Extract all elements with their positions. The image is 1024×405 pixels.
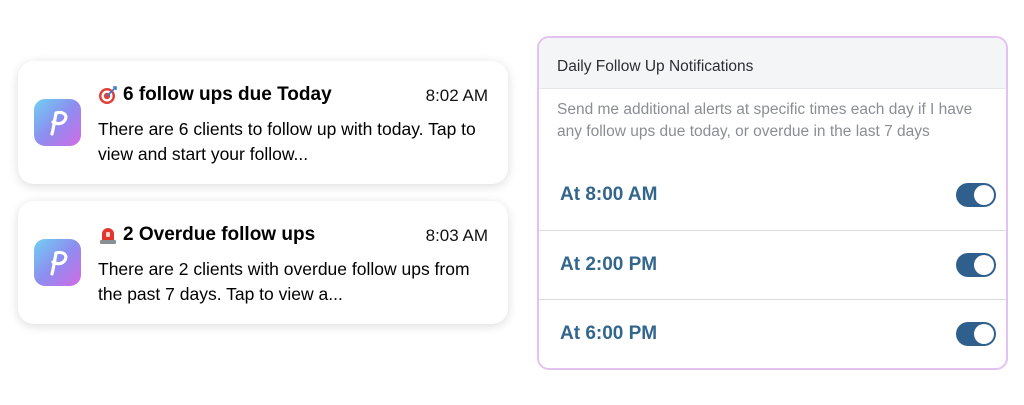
notification-body: There are 2 clients with overdue follow … xyxy=(98,259,470,304)
time-setting-row: At 8:00 AM xyxy=(539,160,1006,229)
toggle-knob xyxy=(974,255,994,275)
notification-title-row: 2 Overdue follow ups xyxy=(98,224,315,246)
notification-body: There are 6 clients to follow up with to… xyxy=(98,119,476,164)
target-emoji-icon xyxy=(99,86,117,104)
panel-title: Daily Follow Up Notifications xyxy=(539,38,1006,89)
p-logo-icon xyxy=(34,239,81,286)
time-setting-label: At 8:00 AM xyxy=(560,183,658,205)
notification-card[interactable]: 2 Overdue follow ups 8:03 AM There are 2… xyxy=(18,201,508,324)
notification-time: 8:03 AM xyxy=(425,226,488,245)
time-setting-row: At 2:00 PM xyxy=(539,230,1006,299)
siren-emoji-icon xyxy=(100,228,116,244)
daily-follow-up-settings-panel: Daily Follow Up Notifications Send me ad… xyxy=(537,36,1008,370)
p-logo-icon xyxy=(34,99,81,146)
notification-title: 6 follow ups due Today xyxy=(123,84,332,105)
notification-toggle[interactable] xyxy=(956,253,996,277)
toggle-knob xyxy=(974,324,994,344)
toggle-knob xyxy=(974,184,994,205)
time-setting-row: At 6:00 PM xyxy=(539,299,1006,368)
time-setting-label: At 6:00 PM xyxy=(560,323,658,344)
notification-title-row: 6 follow ups due Today xyxy=(98,84,332,106)
notification-toggle[interactable] xyxy=(956,322,996,346)
notification-title: 2 Overdue follow ups xyxy=(123,224,316,245)
notification-card[interactable]: 6 follow ups due Today 8:02 AM There are… xyxy=(18,61,508,184)
time-setting-label: At 2:00 PM xyxy=(560,254,658,275)
notification-time: 8:02 AM xyxy=(425,86,488,105)
panel-description: Send me additional alerts at specific ti… xyxy=(557,101,973,140)
notification-toggle[interactable] xyxy=(956,182,996,207)
